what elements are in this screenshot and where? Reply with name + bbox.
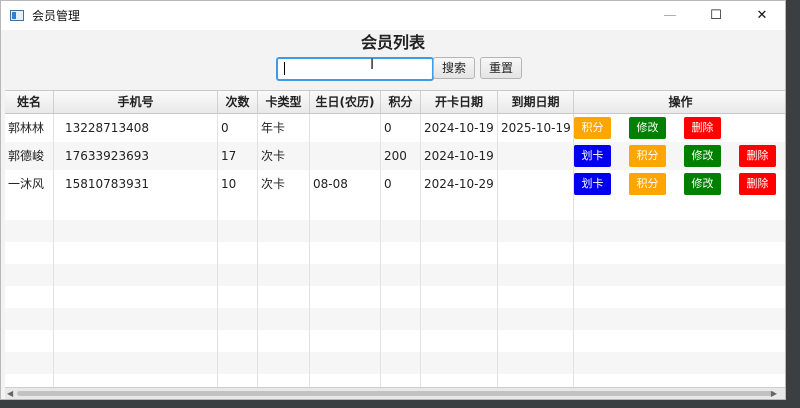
column-header-phone[interactable]: 手机号 bbox=[54, 91, 218, 113]
app-icon bbox=[10, 10, 24, 21]
column-header-expire-date[interactable]: 到期日期 bbox=[498, 91, 574, 113]
cell-actions: 划卡 积分 修改 删除 bbox=[574, 142, 785, 170]
column-header-open-date[interactable]: 开卡日期 bbox=[421, 91, 498, 113]
edit-button[interactable]: 修改 bbox=[684, 145, 721, 167]
table-row[interactable]: 郭德峻 17633923693 17 次卡 200 2024-10-19 划卡 … bbox=[5, 142, 785, 170]
horizontal-scrollbar[interactable]: ◀ ▶ bbox=[5, 387, 785, 399]
points-button[interactable]: 积分 bbox=[629, 145, 666, 167]
column-header-points[interactable]: 积分 bbox=[381, 91, 421, 113]
cell-expire-date bbox=[498, 142, 574, 170]
column-header-birthday[interactable]: 生日(农历) bbox=[310, 91, 381, 113]
cell-open-date: 2024-10-19 bbox=[421, 142, 498, 170]
cell-open-date: 2024-10-19 bbox=[421, 114, 498, 142]
empty-rows bbox=[5, 198, 785, 391]
points-button[interactable]: 积分 bbox=[629, 173, 666, 195]
title-bar: 会员管理 — ☐ ✕ bbox=[1, 1, 785, 30]
scrollbar-thumb[interactable] bbox=[17, 391, 775, 396]
cell-count: 0 bbox=[218, 114, 258, 142]
cell-birthday bbox=[310, 114, 381, 142]
empty-row bbox=[5, 308, 785, 330]
cell-phone: 13228713408 bbox=[54, 114, 218, 142]
empty-row bbox=[5, 330, 785, 352]
cell-count: 17 bbox=[218, 142, 258, 170]
scroll-left-icon[interactable]: ◀ bbox=[7, 389, 13, 398]
search-input[interactable] bbox=[276, 57, 434, 81]
cell-phone: 15810783931 bbox=[54, 170, 218, 198]
table-header: 姓名 手机号 次数 卡类型 生日(农历) 积分 开卡日期 到期日期 操作 bbox=[5, 91, 785, 114]
cell-points: 0 bbox=[381, 114, 421, 142]
cell-expire-date bbox=[498, 170, 574, 198]
table-body: 郭林林 13228713408 0 年卡 0 2024-10-19 2025-1… bbox=[5, 114, 785, 198]
delete-button[interactable]: 删除 bbox=[739, 173, 776, 195]
edit-button[interactable]: 修改 bbox=[684, 173, 721, 195]
cell-phone: 17633923693 bbox=[54, 142, 218, 170]
cell-card-type: 年卡 bbox=[258, 114, 310, 142]
cell-birthday: 08-08 bbox=[310, 170, 381, 198]
window-controls: — ☐ ✕ bbox=[647, 1, 785, 30]
table-row[interactable]: 一沐风 15810783931 10 次卡 08-08 0 2024-10-29… bbox=[5, 170, 785, 198]
window-title: 会员管理 bbox=[32, 9, 81, 23]
page-title: 会员列表 bbox=[360, 33, 425, 52]
empty-row bbox=[5, 352, 785, 374]
minimize-button[interactable]: — bbox=[647, 1, 693, 30]
cell-birthday bbox=[310, 142, 381, 170]
text-caret bbox=[284, 62, 285, 75]
empty-row bbox=[5, 242, 785, 264]
member-table: 姓名 手机号 次数 卡类型 生日(农历) 积分 开卡日期 到期日期 操作 郭林林… bbox=[5, 90, 785, 391]
edit-button[interactable]: 修改 bbox=[629, 117, 666, 139]
column-header-actions[interactable]: 操作 bbox=[574, 91, 785, 113]
column-header-card-type[interactable]: 卡类型 bbox=[258, 91, 310, 113]
cell-name: 郭林林 bbox=[5, 114, 54, 142]
scroll-right-icon[interactable]: ▶ bbox=[771, 389, 777, 398]
delete-button[interactable]: 删除 bbox=[739, 145, 776, 167]
close-button[interactable]: ✕ bbox=[739, 1, 785, 30]
table-row[interactable]: 郭林林 13228713408 0 年卡 0 2024-10-19 2025-1… bbox=[5, 114, 785, 142]
points-button[interactable]: 积分 bbox=[574, 117, 611, 139]
cell-points: 0 bbox=[381, 170, 421, 198]
cell-expire-date: 2025-10-19 bbox=[498, 114, 574, 142]
column-header-name[interactable]: 姓名 bbox=[5, 91, 54, 113]
empty-row bbox=[5, 198, 785, 220]
cell-points: 200 bbox=[381, 142, 421, 170]
search-bar: I 搜索 重置 bbox=[1, 54, 785, 86]
maximize-button[interactable]: ☐ bbox=[693, 1, 739, 30]
empty-row bbox=[5, 286, 785, 308]
cell-count: 10 bbox=[218, 170, 258, 198]
swipe-card-button[interactable]: 划卡 bbox=[574, 173, 611, 195]
swipe-card-button[interactable]: 划卡 bbox=[574, 145, 611, 167]
app-window: 会员管理 — ☐ ✕ 会员列表 I 搜索 重置 姓名 手机号 次数 卡类型 生日… bbox=[0, 0, 786, 400]
ibeam-cursor-icon: I bbox=[370, 57, 375, 73]
cell-card-type: 次卡 bbox=[258, 142, 310, 170]
cell-actions: 划卡 积分 修改 删除 bbox=[574, 170, 785, 198]
delete-button[interactable]: 删除 bbox=[684, 117, 721, 139]
search-button[interactable]: 搜索 bbox=[433, 57, 476, 79]
cell-card-type: 次卡 bbox=[258, 170, 310, 198]
cell-open-date: 2024-10-29 bbox=[421, 170, 498, 198]
empty-row bbox=[5, 220, 785, 242]
reset-button[interactable]: 重置 bbox=[480, 57, 523, 79]
cell-name: 一沐风 bbox=[5, 170, 54, 198]
cell-name: 郭德峻 bbox=[5, 142, 54, 170]
empty-row bbox=[5, 264, 785, 286]
column-header-count[interactable]: 次数 bbox=[218, 91, 258, 113]
cell-actions: 积分 修改 删除 bbox=[574, 114, 785, 142]
